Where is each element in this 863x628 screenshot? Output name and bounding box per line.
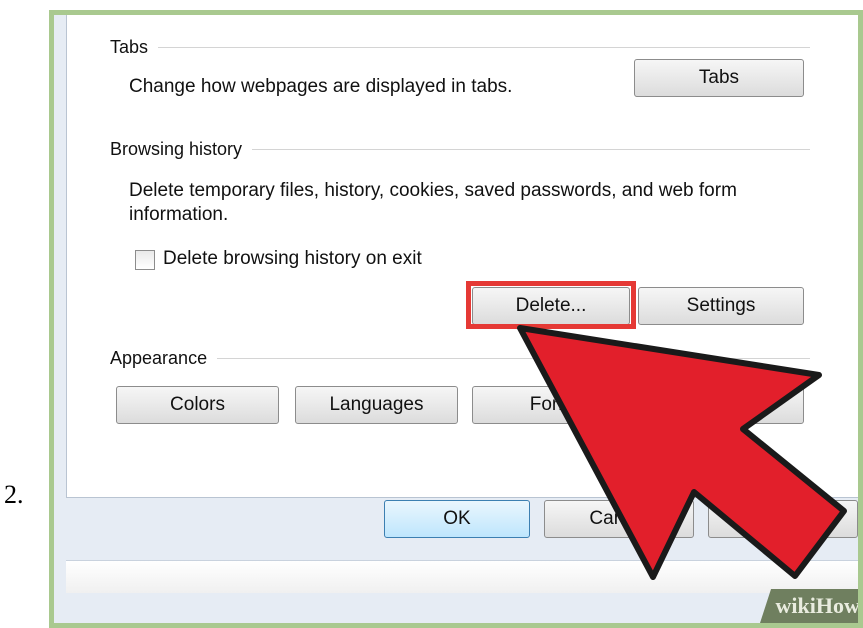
appearance-section-header: Appearance <box>110 348 810 368</box>
browsing-history-description: Delete temporary files, history, cookies… <box>129 180 737 225</box>
section-divider <box>110 47 810 48</box>
fonts-button[interactable]: Fonts <box>472 386 635 424</box>
wikihow-watermark: wikiHow <box>759 589 860 623</box>
step-number: 2. <box>4 480 24 509</box>
window-bottom-bar <box>66 560 858 593</box>
languages-button[interactable]: Languages <box>295 386 458 424</box>
tabs-description: Change how webpages are displayed in tab… <box>129 76 513 97</box>
screenshot-frame: Tabs Change how webpages are displayed i… <box>49 10 863 628</box>
colors-button[interactable]: Colors <box>116 386 279 424</box>
appearance-section-title: Appearance <box>110 348 218 368</box>
browsing-history-section-header: Browsing history <box>110 139 810 159</box>
delete-history-on-exit-label[interactable]: Delete browsing history on exit <box>163 247 422 271</box>
settings-button[interactable]: Settings <box>638 287 804 325</box>
delete-button-highlight <box>466 281 636 329</box>
delete-history-on-exit-checkbox[interactable] <box>135 250 155 270</box>
browsing-history-section-title: Browsing history <box>110 139 253 159</box>
watermark-text: wikiHow <box>775 593 860 618</box>
tabs-button[interactable]: Tabs <box>634 59 804 97</box>
tabs-section-title: Tabs <box>110 37 159 57</box>
internet-options-panel: Tabs Change how webpages are displayed i… <box>66 15 858 498</box>
tabs-section-header: Tabs <box>110 37 810 57</box>
cancel-button[interactable]: Cancel <box>544 500 694 538</box>
accessibility-button[interactable] <box>650 386 804 424</box>
ok-button[interactable]: OK <box>384 500 530 538</box>
apply-button[interactable]: Apply <box>708 500 858 538</box>
